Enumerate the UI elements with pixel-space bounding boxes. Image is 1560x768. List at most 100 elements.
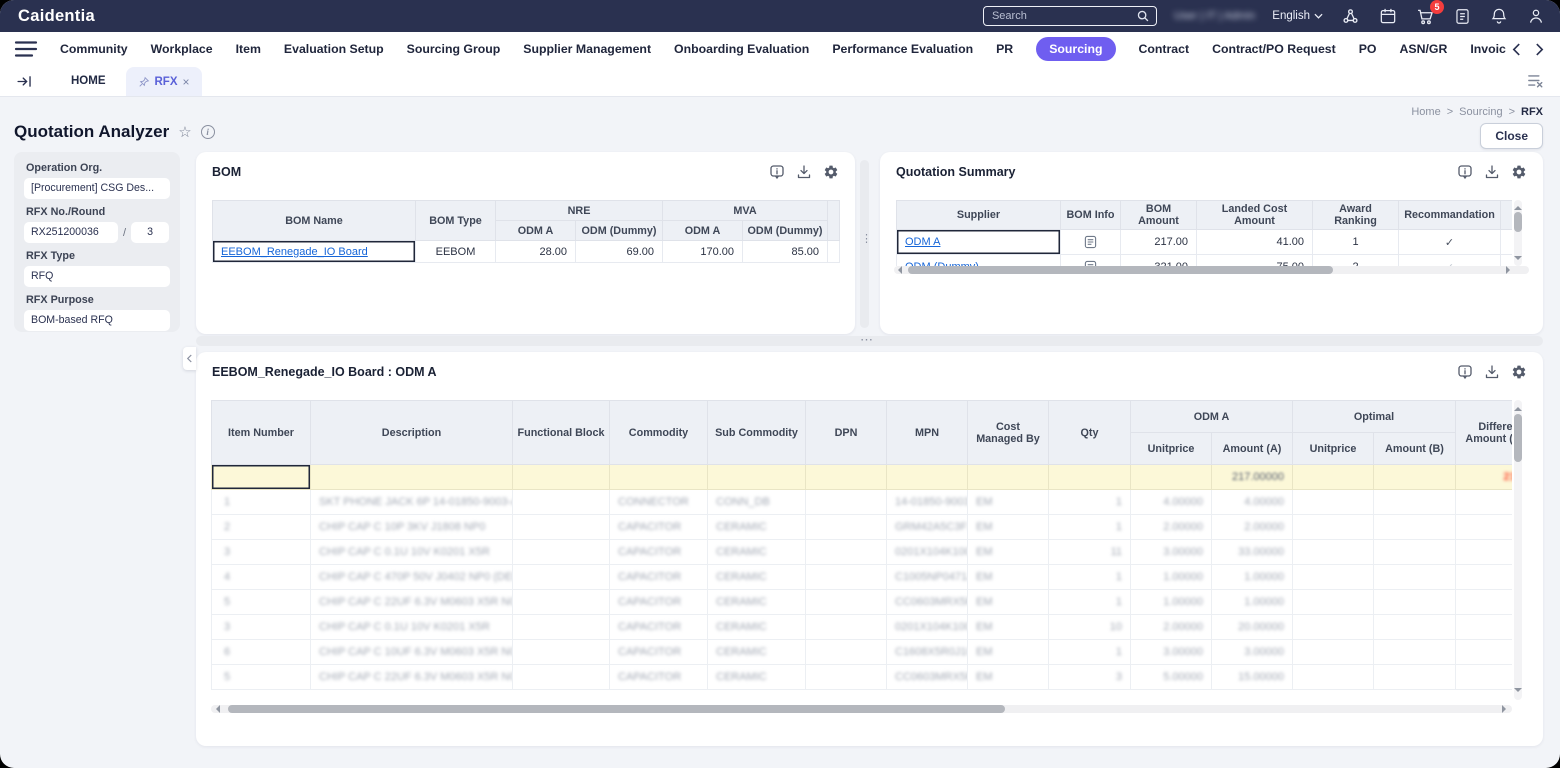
nav-item-supplier-management[interactable]: Supplier Management [523,42,651,56]
qs-col-comment[interactable]: Comment [1500,200,1512,230]
col-sub-commodity[interactable]: Sub Commodity [707,400,806,465]
nav-item-sourcing-group[interactable]: Sourcing Group [407,42,501,56]
expand-sidebar-icon[interactable] [16,73,33,90]
nav-item-workplace[interactable]: Workplace [151,42,213,56]
tooltip-icon[interactable] [1457,164,1473,180]
scroll-left-arrow[interactable] [212,705,220,713]
nav-item-invoice-tax-bill[interactable]: Invoice/Tax Bill [1470,42,1506,56]
search-icon[interactable] [1136,9,1150,23]
table-row[interactable]: 2 CHIP CAP C 10P 3KV J1808 NP0 CAPACITOR… [211,514,1512,540]
tab-home[interactable]: HOME [57,75,120,87]
qs-col-supplier[interactable]: Supplier [896,200,1061,230]
vertical-scrollbar-thumb[interactable] [1514,414,1522,462]
supplier-link[interactable]: ODM A [905,236,940,248]
nav-item-pr[interactable]: PR [996,42,1013,56]
col-commodity[interactable]: Commodity [609,400,708,465]
info-icon[interactable]: i [200,125,215,139]
user-icon[interactable] [1526,6,1546,26]
col-cost-managed-by[interactable]: Cost Managed By [967,400,1049,465]
col-amount-a[interactable]: Amount (A) [1211,432,1293,465]
nav-item-po[interactable]: PO [1359,42,1377,56]
scroll-down-arrow[interactable] [1514,688,1522,696]
nav-item-sourcing[interactable]: Sourcing [1036,37,1116,61]
scroll-up-arrow[interactable] [1514,403,1522,411]
gear-icon[interactable] [1511,164,1527,180]
qs-col-bom-amount[interactable]: BOM Amount [1120,200,1197,230]
nav-item-item[interactable]: Item [236,42,261,56]
scroll-down-arrow[interactable] [1514,256,1522,264]
nav-scroll-left-icon[interactable] [1512,42,1521,57]
bom-col-type[interactable]: BOM Type [415,200,496,241]
col-odm-a-unitprice[interactable]: Unitprice [1130,432,1212,465]
bom-name-link[interactable]: EEBOM_Renegade_IO Board [221,246,368,258]
col-different-amount[interactable]: Different Amount (A-B) [1455,400,1512,465]
nav-item-contract[interactable]: Contract [1139,42,1190,56]
scroll-right-arrow[interactable] [1506,266,1514,274]
table-row[interactable]: 4 CHIP CAP C 470P 50V J0402 NP0 (DELL) C… [211,564,1512,590]
col-item-number[interactable]: Item Number [211,400,311,465]
search-input[interactable] [991,10,1136,22]
download-icon[interactable] [796,164,812,180]
bom-col-nre-odm-dummy[interactable]: ODM (Dummy) [574,220,664,241]
gear-icon[interactable] [823,164,839,180]
nav-item-evaluation-setup[interactable]: Evaluation Setup [284,42,384,56]
table-row[interactable]: 3 CHIP CAP C 0.1U 10V K0201 X5R CAPACITO… [211,614,1512,640]
bom-col-mva-odm-a[interactable]: ODM A [662,220,744,241]
table-row[interactable]: ODM A 217.00 41.00 1 ✓ [896,229,1512,255]
horizontal-scrollbar-thumb[interactable] [908,266,1333,274]
panel-resize-handle-horizontal[interactable] [196,332,1543,348]
qs-col-bom-info[interactable]: BOM Info [1060,200,1121,230]
summary-row[interactable]: 217.00000 217.00 [211,464,1512,490]
download-icon[interactable] [1484,364,1500,380]
vertical-scrollbar-thumb[interactable] [1514,212,1522,232]
breadcrumb-home[interactable]: Home [1411,106,1440,118]
selected-cell[interactable] [211,464,311,490]
gear-icon[interactable] [1511,364,1527,380]
tab-rfx[interactable]: RFX × [125,67,202,96]
qs-col-recommandation[interactable]: Recommandation [1398,200,1501,230]
table-row[interactable]: 6 CHIP CAP C 10UF 6.3V M0603 X5R NON- CA… [211,639,1512,665]
bell-icon[interactable] [1489,6,1509,26]
col-mpn[interactable]: MPN [886,400,968,465]
col-qty[interactable]: Qty [1048,400,1131,465]
tooltip-icon[interactable] [769,164,785,180]
bom-info-cell[interactable] [1060,229,1121,255]
global-search[interactable] [982,6,1157,26]
bom-info-cell[interactable] [1060,254,1121,266]
horizontal-scrollbar-thumb[interactable] [228,705,1005,713]
col-description[interactable]: Description [310,400,513,465]
download-icon[interactable] [1484,164,1500,180]
scroll-right-arrow[interactable] [1502,705,1510,713]
nav-item-asn-gr[interactable]: ASN/GR [1400,42,1448,56]
scroll-up-arrow[interactable] [1514,202,1522,210]
bom-col-mva-odm-dummy[interactable]: ODM (Dummy) [742,220,829,241]
panel-resize-handle-vertical[interactable] [860,160,872,328]
qs-col-rank[interactable]: Award Ranking [1312,200,1399,230]
cart-icon[interactable]: 5 [1415,0,1444,27]
table-row[interactable]: 3 CHIP CAP C 0.1U 10V K0201 X5R CAPACITO… [211,539,1512,565]
tooltip-icon[interactable] [1457,364,1473,380]
close-button[interactable]: Close [1480,123,1543,149]
table-row[interactable]: 1 SKT PHONE JACK 6P 14-01850-9003-A CONN… [211,489,1512,515]
close-all-tabs-icon[interactable] [1527,73,1544,88]
table-row[interactable]: 5 CHIP CAP C 22UF 6.3V M0603 X5R NON- CA… [211,589,1512,615]
nav-item-performance-evaluation[interactable]: Performance Evaluation [832,42,973,56]
col-functional-block[interactable]: Functional Block [512,400,610,465]
nav-item-contract-po-request[interactable]: Contract/PO Request [1212,42,1336,56]
col-dpn[interactable]: DPN [805,400,887,465]
scroll-left-arrow[interactable] [894,266,902,274]
col-amount-b[interactable]: Amount (B) [1372,432,1457,465]
menu-icon[interactable] [14,40,38,58]
language-selector[interactable]: English [1272,10,1323,22]
qs-col-landed[interactable]: Landed Cost Amount [1196,200,1313,230]
collapse-panel-icon[interactable] [183,347,196,370]
nav-item-onboarding-evaluation[interactable]: Onboarding Evaluation [674,42,809,56]
table-row[interactable]: 5 CHIP CAP C 22UF 6.3V M0603 X5R NON- CA… [211,664,1512,690]
table-row[interactable]: ODM (Dummy) 321.00 75.00 2 ✓ [896,254,1512,266]
tab-close-icon[interactable]: × [183,76,190,88]
calendar-icon[interactable] [1378,6,1398,26]
document-icon[interactable] [1453,7,1472,26]
breadcrumb-sourcing[interactable]: Sourcing [1459,106,1502,118]
bom-col-name[interactable]: BOM Name [212,200,416,241]
nav-item-community[interactable]: Community [60,42,128,56]
